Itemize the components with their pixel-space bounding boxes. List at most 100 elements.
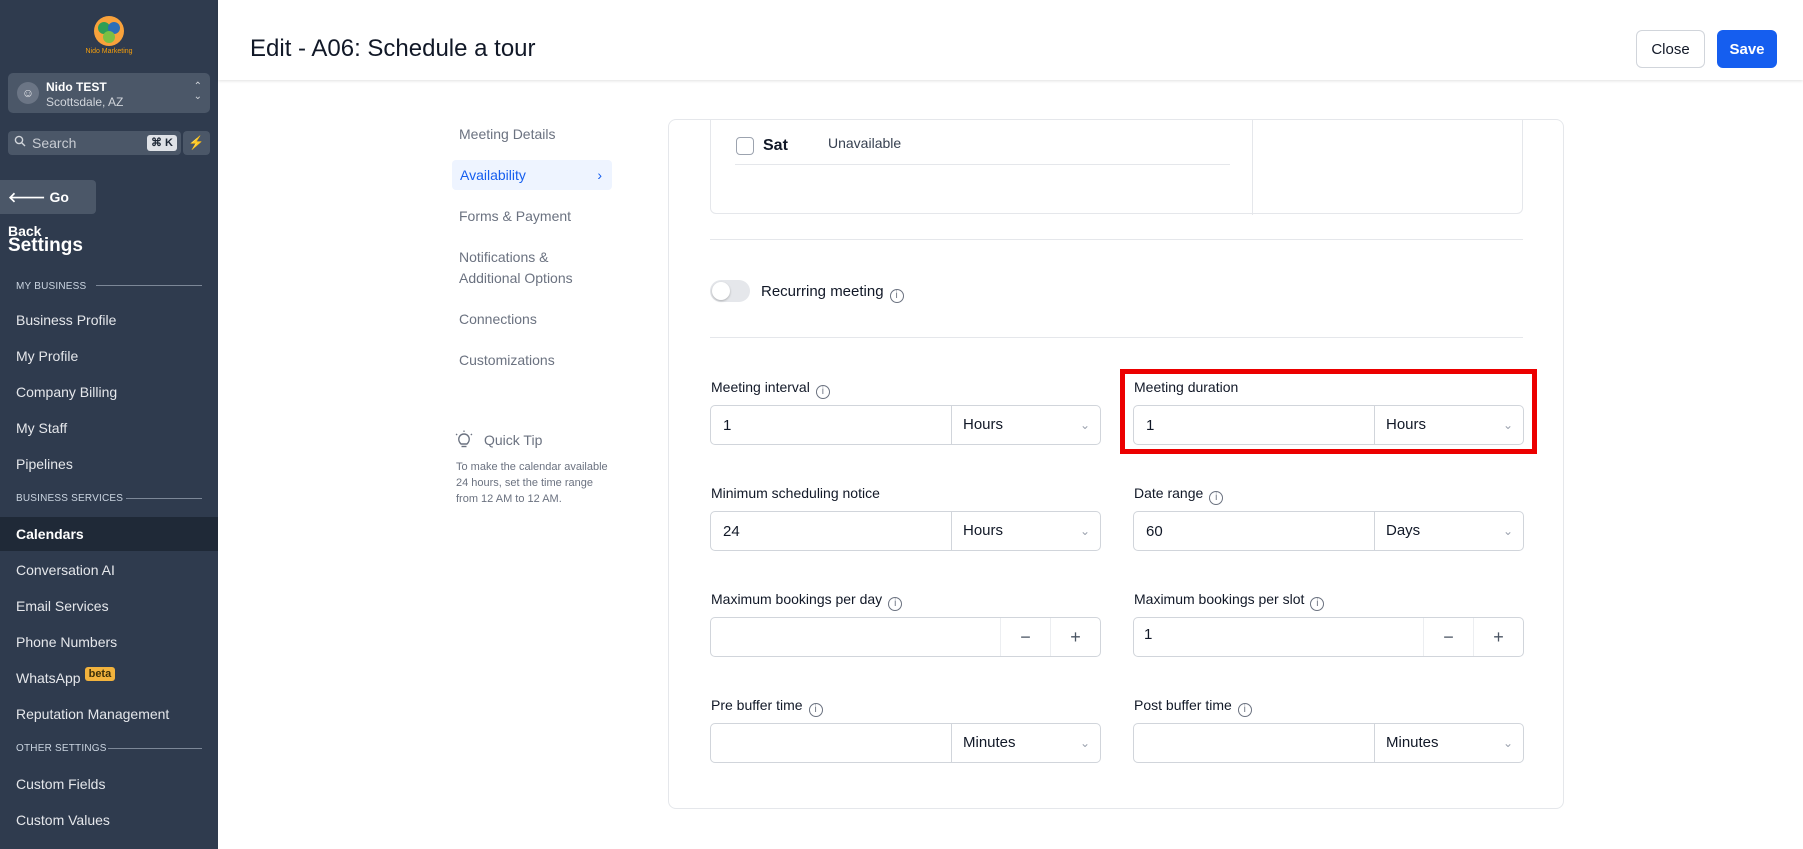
subnav-connections[interactable]: Connections [459, 309, 619, 330]
sidebar-item-conversation-ai[interactable]: Conversation AI [0, 553, 218, 587]
date-range-input[interactable] [1134, 512, 1374, 550]
settings-title: Settings [8, 235, 83, 256]
page-header: Edit - A06: Schedule a tour Close Save [218, 0, 1803, 80]
subnav-customizations[interactable]: Customizations [459, 350, 619, 371]
select-value: Hours [963, 416, 1004, 433]
max-bookings-per-slot-stepper: − + [1133, 617, 1524, 657]
decrement-button[interactable]: − [1423, 618, 1473, 656]
subnav-availability[interactable]: Availability › [452, 160, 612, 190]
section-divider [108, 748, 202, 749]
weekly-hours-box: Sat Unavailable [710, 120, 1523, 215]
availability-card: Sat Unavailable Recurring meeting i Meeti… [668, 119, 1564, 809]
section-divider [126, 498, 202, 499]
min-scheduling-notice-input[interactable] [711, 512, 951, 550]
decrement-button[interactable]: − [1000, 618, 1050, 656]
search-input[interactable] [32, 131, 150, 155]
day-label-sat: Sat [763, 137, 788, 154]
increment-button[interactable]: + [1473, 618, 1523, 656]
sidebar-item-company-billing[interactable]: Company Billing [0, 375, 218, 409]
select-value: Hours [1386, 416, 1427, 433]
sidebar-item-calendars[interactable]: Calendars [0, 517, 218, 551]
subnav-forms-payment[interactable]: Forms & Payment [459, 206, 619, 227]
meeting-interval-field: Hours ⌄ [710, 405, 1101, 445]
recurring-meeting-label: Recurring meeting i [761, 283, 904, 303]
sidebar-item-custom-fields[interactable]: Custom Fields [0, 767, 218, 801]
pre-buffer-time-field: Minutes ⌄ [710, 723, 1101, 763]
chevron-down-icon: ⌄ [1502, 736, 1513, 750]
lightbulb-icon [455, 430, 473, 448]
meeting-duration-unit-select[interactable]: Hours ⌄ [1374, 406, 1523, 444]
section-divider [96, 285, 202, 286]
chevron-right-icon: › [597, 167, 602, 183]
search-box: ⌘ K [8, 131, 181, 155]
info-icon[interactable]: i [808, 703, 823, 717]
post-buffer-time-input[interactable] [1134, 724, 1374, 762]
meeting-duration-label: Meeting duration [1134, 379, 1239, 395]
sat-checkbox[interactable] [736, 137, 754, 155]
chevron-down-icon: ⌄ [1079, 418, 1090, 432]
max-bookings-per-slot-label: Maximum bookings per slot i [1134, 591, 1325, 611]
increment-button[interactable]: + [1050, 618, 1100, 656]
pre-buffer-time-unit-select[interactable]: Minutes ⌄ [951, 724, 1100, 762]
recurring-meeting-toggle[interactable] [710, 280, 750, 302]
recurring-meeting-text: Recurring meeting [761, 283, 884, 300]
max-bookings-per-day-input[interactable] [711, 618, 991, 656]
meeting-interval-input[interactable] [711, 406, 951, 444]
day-status: Unavailable [828, 135, 902, 151]
save-button[interactable]: Save [1717, 30, 1777, 68]
meeting-duration-input[interactable] [1134, 406, 1374, 444]
info-icon[interactable]: i [888, 597, 903, 611]
info-icon[interactable]: i [1237, 703, 1252, 717]
meeting-duration-field: Hours ⌄ [1133, 405, 1524, 445]
max-bookings-per-day-stepper: − + [710, 617, 1101, 657]
chevron-down-icon: ⌄ [1079, 524, 1090, 538]
date-range-field: Days ⌄ [1133, 511, 1524, 551]
sidebar-item-email-services[interactable]: Email Services [0, 589, 218, 623]
select-value: Minutes [963, 734, 1016, 751]
label-text: Date range [1134, 485, 1204, 501]
select-value: Days [1386, 522, 1421, 539]
sidebar-item-business-profile[interactable]: Business Profile [0, 303, 218, 337]
account-switcher[interactable]: ☺ Nido TEST Scottsdale, AZ ⌃ ⌄ [8, 73, 210, 113]
section-label-other-settings: OTHER SETTINGS [16, 743, 107, 754]
chevron-down-icon: ⌄ [1079, 736, 1090, 750]
sidebar-item-my-staff[interactable]: My Staff [0, 411, 218, 445]
divider [710, 239, 1523, 240]
info-icon[interactable]: i [1209, 491, 1224, 505]
sidebar-item-my-profile[interactable]: My Profile [0, 339, 218, 373]
go-back-button[interactable]: 🡐 Go Back [0, 180, 96, 239]
sidebar-item-reputation-management[interactable]: Reputation Management [0, 697, 218, 731]
max-bookings-per-slot-input[interactable] [1134, 618, 1414, 656]
meeting-interval-unit-select[interactable]: Hours ⌄ [951, 406, 1100, 444]
section-label-my-business: MY BUSINESS [16, 281, 87, 292]
chevron-up-down-icon: ⌃ ⌄ [193, 81, 202, 102]
column-divider [1252, 120, 1253, 215]
min-scheduling-notice-field: Hours ⌄ [710, 511, 1101, 551]
sidebar-item-phone-numbers[interactable]: Phone Numbers [0, 625, 218, 659]
logo-icon [94, 16, 124, 46]
logo-text: Nido Marketing [85, 48, 133, 55]
quick-actions-bolt-icon[interactable]: ⚡ [183, 131, 210, 155]
sidebar-item-label: WhatsApp [16, 670, 81, 686]
subnav-meeting-details[interactable]: Meeting Details [459, 124, 619, 145]
label-text: Post buffer time [1134, 697, 1232, 713]
date-range-unit-select[interactable]: Days ⌄ [1374, 512, 1523, 550]
min-scheduling-notice-unit-select[interactable]: Hours ⌄ [951, 512, 1100, 550]
chevron-down-icon: ⌄ [1502, 418, 1513, 432]
subnav-notifications[interactable]: Notifications & Additional Options [459, 247, 589, 289]
info-icon[interactable]: i [815, 385, 830, 399]
close-button[interactable]: Close [1636, 30, 1705, 68]
info-icon[interactable]: i [889, 289, 904, 303]
sidebar-item-pipelines[interactable]: Pipelines [0, 447, 218, 481]
sidebar-item-custom-values[interactable]: Custom Values [0, 803, 218, 837]
divider [735, 164, 1230, 165]
beta-badge: beta [84, 667, 116, 681]
info-icon[interactable]: i [1310, 597, 1325, 611]
sidebar-item-whatsapp[interactable]: WhatsApp beta [0, 661, 218, 695]
pre-buffer-time-input[interactable] [711, 724, 951, 762]
post-buffer-time-unit-select[interactable]: Minutes ⌄ [1374, 724, 1523, 762]
select-value: Minutes [1386, 734, 1439, 751]
sidebar: Nido Marketing ☺ Nido TEST Scottsdale, A… [0, 0, 218, 849]
brand-logo[interactable]: Nido Marketing [82, 16, 136, 56]
account-location: Scottsdale, AZ [46, 95, 124, 109]
